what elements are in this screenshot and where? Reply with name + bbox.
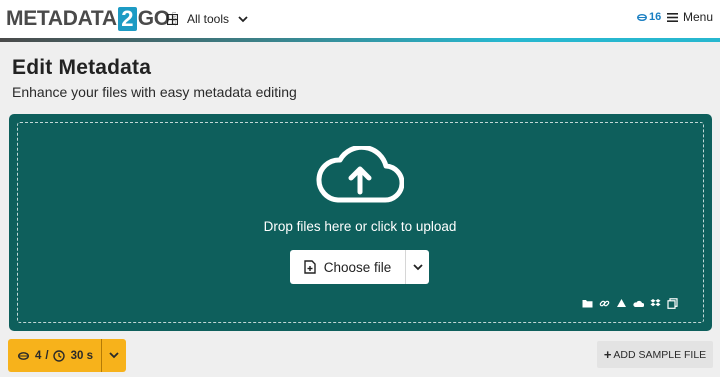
add-sample-file-button[interactable]: + ADD SAMPLE FILE [597,341,713,368]
clock-icon [52,349,65,362]
logo[interactable]: METADATA2GO.com [6,6,178,32]
logo-text-metadata: METADATA [6,7,117,30]
limits-dropdown: 4 / 30 s [8,339,126,372]
upload-sources [582,298,678,309]
all-tools-label: All tools [187,12,230,26]
choose-file-group: Choose file [290,250,429,284]
grid-icon [167,13,178,25]
hamburger-icon [667,12,678,22]
credits-counter[interactable]: 16 [637,11,661,23]
menu-button[interactable]: Menu [667,10,713,24]
cloud-upload-icon [316,146,404,203]
header-accent-bar [0,38,720,42]
menu-label: Menu [683,10,714,24]
header: METADATA2GO.com All tools 16 Menu [0,0,720,38]
file-add-icon [304,260,316,274]
time-limit: 30 s [70,349,93,362]
add-sample-file-label: ADD SAMPLE FILE [613,348,707,361]
page-subtitle: Enhance your files with easy metadata ed… [12,84,297,100]
plus-icon: + [603,347,612,362]
coin-icon [637,13,647,21]
page-title: Edit Metadata [12,56,152,79]
limits-info[interactable]: 4 / 30 s [8,339,102,372]
credit-cost: 4 [35,349,42,362]
choose-file-button[interactable]: Choose file [290,250,405,284]
folder-icon[interactable] [582,298,593,309]
link-icon[interactable] [599,298,610,309]
all-tools-dropdown[interactable]: All tools [167,9,248,29]
chevron-down-icon [412,263,423,270]
credits-value: 16 [649,11,662,23]
logo-text-2: 2 [117,6,137,31]
coin-icon [18,351,29,360]
dropbox-icon[interactable] [650,298,661,309]
limits-separator: / [45,349,49,362]
clipboard-icon[interactable] [667,298,678,309]
chevron-down-icon [109,352,119,359]
onedrive-icon[interactable] [633,298,644,309]
choose-file-label: Choose file [323,259,392,275]
logo-text-go: GO [137,7,170,30]
chevron-down-icon [238,15,248,22]
limits-toggle[interactable] [102,352,126,359]
drop-instructions: Drop files here or click to upload [263,219,457,234]
choose-file-dropdown[interactable] [405,250,429,284]
google-drive-icon[interactable] [616,298,627,309]
